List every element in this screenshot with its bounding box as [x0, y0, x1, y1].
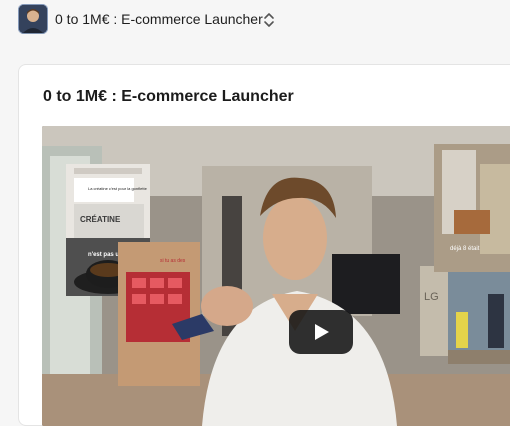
- play-button[interactable]: [289, 310, 353, 354]
- course-card: 0 to 1M€ : E-commerce Launcher LG La cré…: [18, 64, 510, 426]
- app-title: 0 to 1M€ : E-commerce Launcher: [55, 11, 263, 27]
- user-avatar-icon: [18, 4, 48, 34]
- product-label: CRÉATINE: [80, 215, 121, 224]
- right-top-caption: déjà 8 était: [450, 246, 480, 252]
- play-icon: [315, 324, 329, 340]
- product-caption: n'est pas un: [88, 252, 123, 258]
- left-card-caption: La créatine c'est pour la gonflette: [88, 186, 148, 191]
- chevron-up-down-icon[interactable]: [262, 10, 276, 30]
- video-thumbnail: LG La créatine c'est pour la gonflette C…: [42, 126, 510, 426]
- tv-brand-label: LG: [424, 291, 439, 303]
- top-bar: 0 to 1M€ : E-commerce Launcher: [0, 0, 510, 40]
- box-caption: si tu as des: [160, 258, 186, 264]
- video-player[interactable]: LG La créatine c'est pour la gonflette C…: [42, 126, 510, 426]
- course-avatar[interactable]: [18, 4, 48, 34]
- course-title: 0 to 1M€ : E-commerce Launcher: [43, 88, 294, 105]
